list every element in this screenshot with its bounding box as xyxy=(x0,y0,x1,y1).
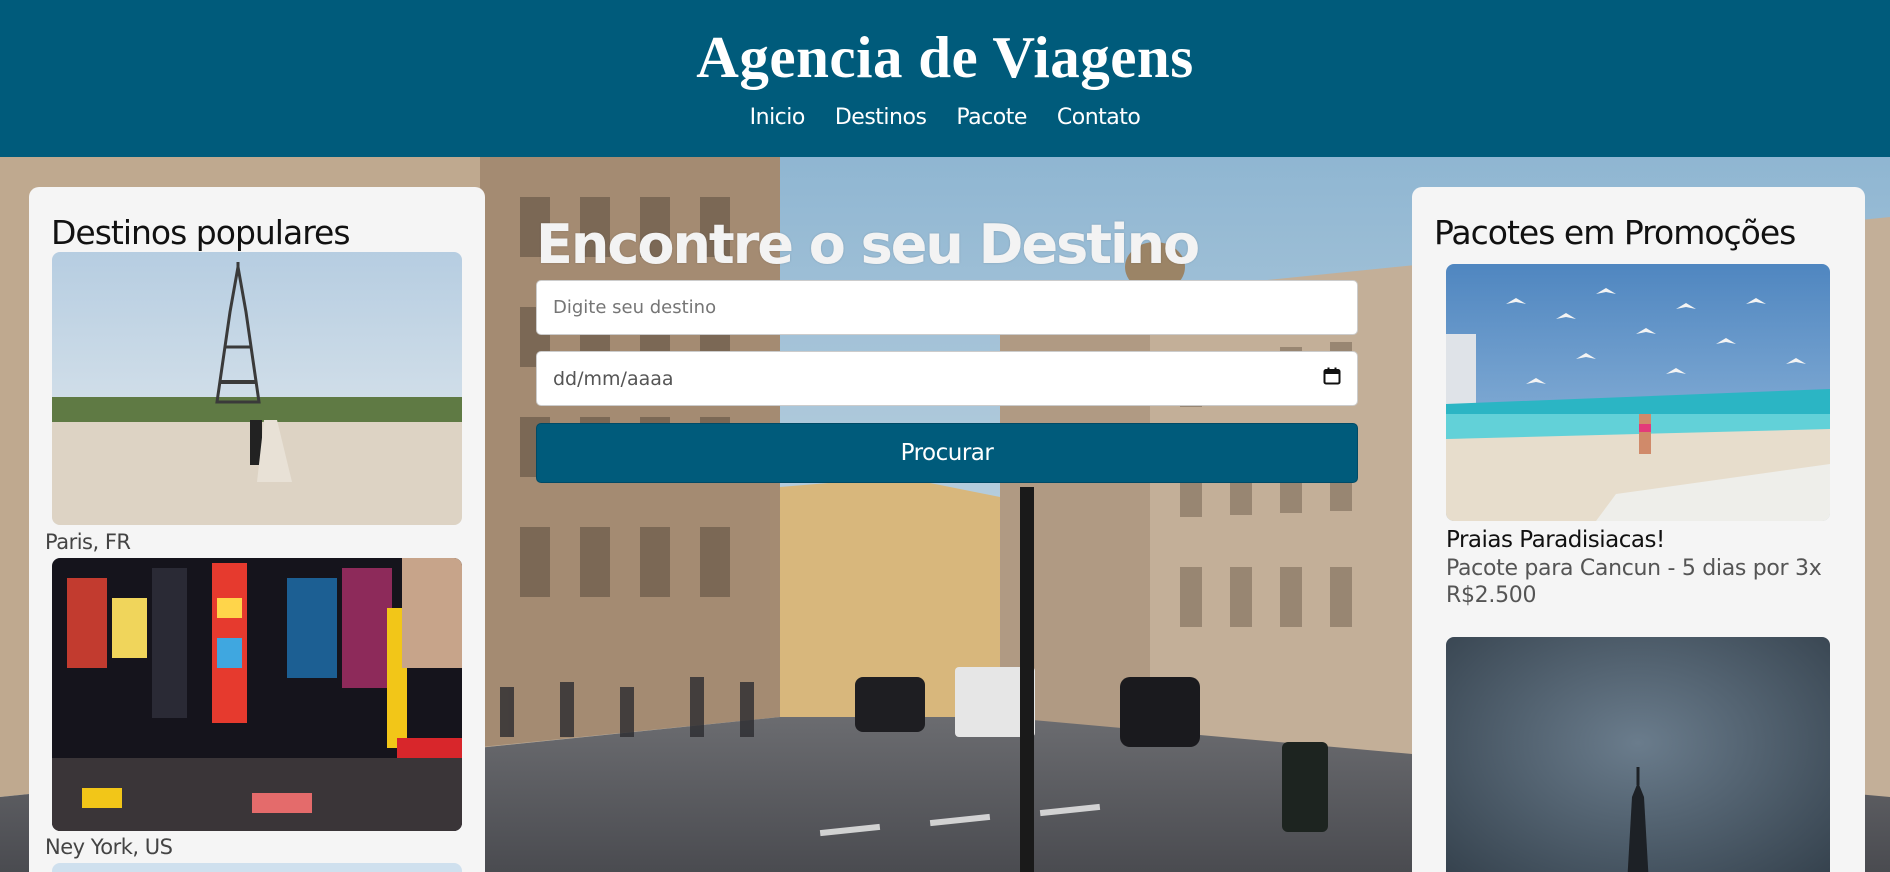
nav-link-destinos[interactable]: Destinos xyxy=(835,105,927,130)
site-title: Agencia de Viagens xyxy=(696,24,1194,90)
beach-seagulls-photo xyxy=(1446,264,1830,521)
times-square-photo xyxy=(52,558,462,831)
eiffel-tower-photo xyxy=(52,252,462,525)
destination-image-paris[interactable] xyxy=(52,252,462,525)
date-input[interactable]: dd/mm/aaaa xyxy=(536,351,1358,406)
popular-destinations-panel: Destinos populares Paris, FR Ney York, U… xyxy=(29,187,485,872)
main-nav: Inicio Destinos Pacote Contato xyxy=(0,105,1890,130)
promo-image-next[interactable] xyxy=(1446,637,1830,872)
cloudy-tower-photo xyxy=(1446,637,1830,872)
destination-image-new-york[interactable] xyxy=(52,558,462,831)
search-button[interactable]: Procurar xyxy=(536,423,1358,483)
promotions-panel: Pacotes em Promoções Praias Paradisiacas… xyxy=(1412,187,1865,872)
promo-title-cancun: Praias Paradisiacas! xyxy=(1446,527,1665,553)
date-placeholder: dd/mm/aaaa xyxy=(553,367,674,390)
destination-input[interactable] xyxy=(536,280,1358,335)
nav-link-contato[interactable]: Contato xyxy=(1057,105,1141,130)
destination-image-next[interactable] xyxy=(52,863,462,872)
calendar-icon[interactable] xyxy=(1323,367,1341,390)
search-title: Encontre o seu Destino xyxy=(536,213,1200,276)
popular-destinations-title: Destinos populares xyxy=(51,213,351,252)
promo-description-cancun: Pacote para Cancun - 5 dias por 3x R$2.5… xyxy=(1446,556,1822,608)
site-header: Agencia de Viagens Inicio Destinos Pacot… xyxy=(0,0,1890,157)
promo-image-cancun[interactable] xyxy=(1446,264,1830,521)
nav-link-pacote[interactable]: Pacote xyxy=(956,105,1027,130)
destination-caption-paris: Paris, FR xyxy=(45,530,131,554)
destination-caption-new-york: Ney York, US xyxy=(45,835,173,859)
promotions-title: Pacotes em Promoções xyxy=(1434,213,1796,252)
nav-link-inicio[interactable]: Inicio xyxy=(750,105,806,130)
